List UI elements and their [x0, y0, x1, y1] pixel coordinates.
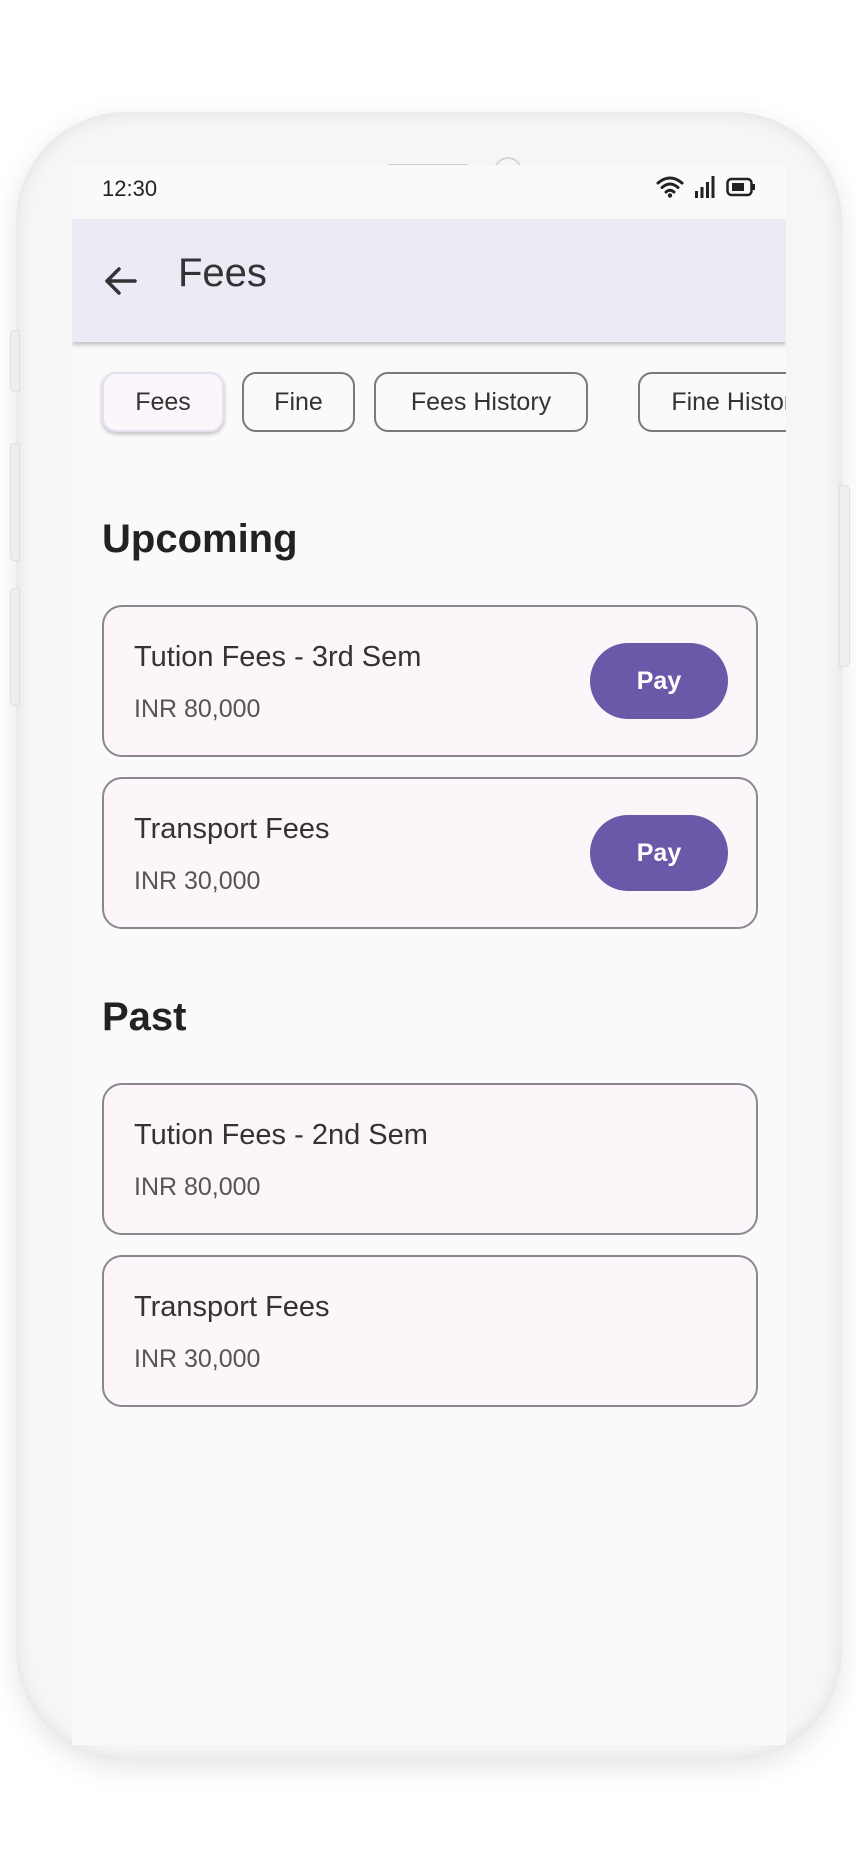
section-title-past: Past — [102, 995, 187, 1039]
screen: 12:30 Fees Fees Fine Fees History Fine H… — [72, 165, 786, 1745]
status-bar: 12:30 — [72, 165, 786, 219]
fee-title: Tution Fees - 3rd Sem — [134, 641, 422, 673]
fee-title: Transport Fees — [134, 813, 330, 845]
app-bar: Fees — [72, 219, 786, 342]
pay-button[interactable]: Pay — [590, 643, 728, 719]
tab-chips: Fees Fine Fees History Fine History — [102, 372, 786, 434]
tab-fine[interactable]: Fine — [242, 372, 355, 432]
pay-button[interactable]: Pay — [590, 815, 728, 891]
fee-amount: INR 80,000 — [134, 695, 261, 723]
tab-fees[interactable]: Fees — [102, 372, 224, 432]
volume-up-button — [10, 443, 20, 561]
fee-amount: INR 30,000 — [134, 1345, 261, 1373]
section-title-upcoming: Upcoming — [102, 517, 298, 561]
wifi-icon — [656, 176, 684, 198]
volume-down-button — [10, 588, 20, 706]
fee-title: Transport Fees — [134, 1291, 330, 1323]
fee-amount: INR 80,000 — [134, 1173, 261, 1201]
page-title: Fees — [178, 251, 267, 295]
signal-icon — [694, 175, 716, 199]
fee-card: Tution Fees - 3rd Sem INR 80,000 Pay — [102, 605, 758, 757]
fee-card: Tution Fees - 2nd Sem INR 80,000 — [102, 1083, 758, 1235]
tab-fees-history[interactable]: Fees History — [374, 372, 588, 432]
arrow-left-icon[interactable] — [102, 263, 138, 299]
status-time: 12:30 — [102, 176, 158, 201]
power-button — [839, 485, 850, 667]
fee-card: Transport Fees INR 30,000 — [102, 1255, 758, 1407]
battery-icon — [726, 177, 756, 197]
fee-amount: INR 30,000 — [134, 867, 261, 895]
fee-card: Transport Fees INR 30,000 Pay — [102, 777, 758, 929]
side-button — [10, 330, 20, 392]
status-icons — [656, 175, 756, 199]
fee-title: Tution Fees - 2nd Sem — [134, 1119, 428, 1151]
tab-fine-history[interactable]: Fine History — [638, 372, 786, 432]
